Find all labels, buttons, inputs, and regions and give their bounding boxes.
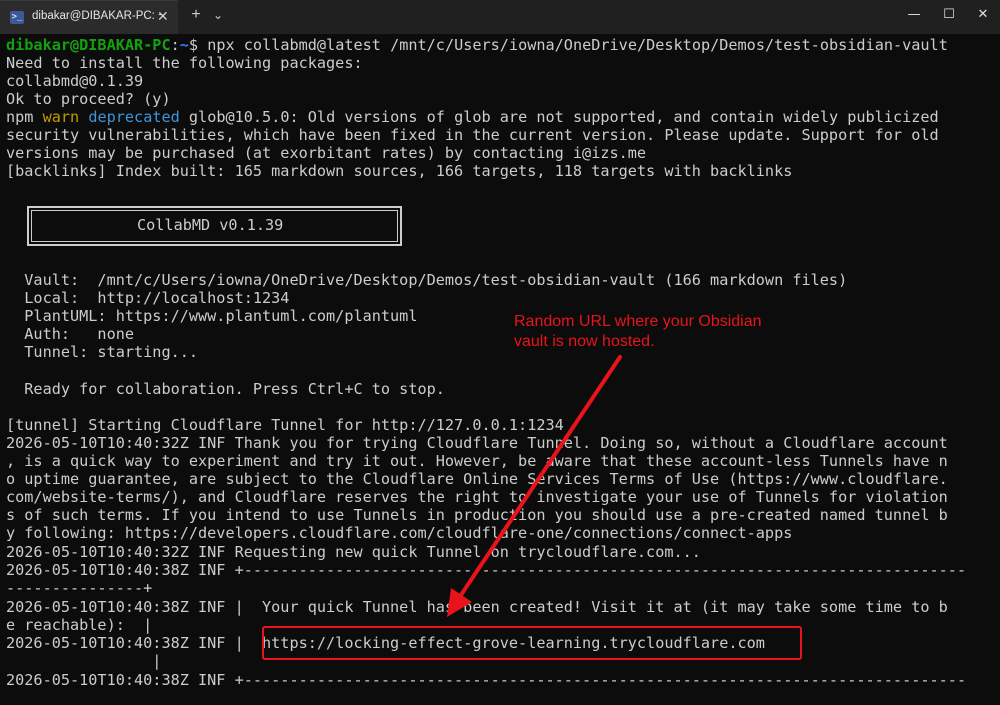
annotation-line: vault is now hosted. — [514, 333, 655, 350]
annotation-arrow — [447, 355, 622, 617]
annotation-line: Random URL where your Obsidian — [514, 313, 762, 330]
annotation-note: Random URL where your Obsidian vault is … — [514, 312, 762, 352]
